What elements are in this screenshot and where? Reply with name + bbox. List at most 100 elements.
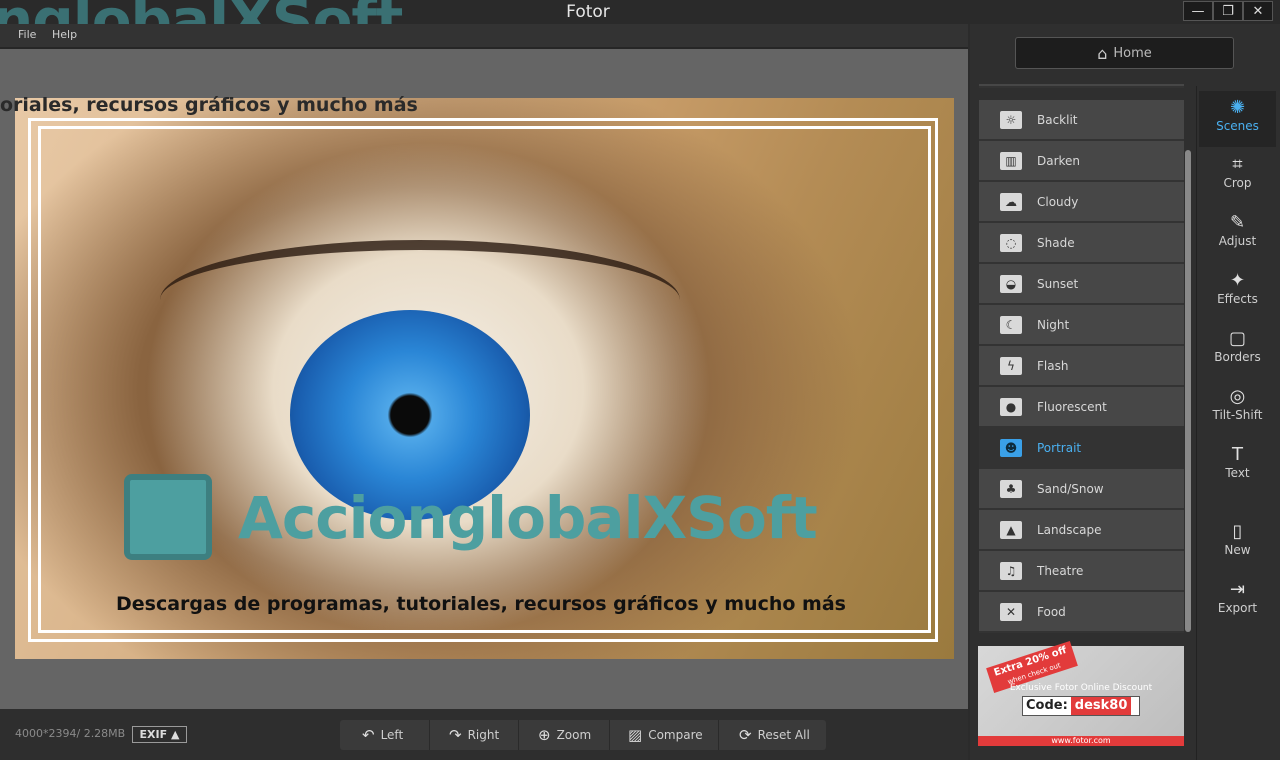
rotate-right-icon: ↷ [449,726,462,744]
menu-help[interactable]: Help [52,28,77,41]
scene-item-flash[interactable]: ϟ Flash [979,346,1184,387]
scene-item-fluorescent[interactable]: ● Fluorescent [979,387,1184,428]
rail-scenes[interactable]: ✺ Scenes [1199,91,1276,147]
zoom-label: Zoom [556,728,592,742]
brand-title: AccionglobalXSoft [238,484,818,552]
tool-separator [718,720,719,750]
ad-headline: Exclusive Fotor Online Discount [1009,683,1153,693]
crop-icon: ⌗ [1232,154,1243,175]
rail-label: Crop [1223,176,1252,190]
ad-code-label: Code: [1026,698,1068,713]
backlit-icon: ☼ [1000,110,1022,129]
flash-icon: ϟ [1000,356,1022,375]
rail-new[interactable]: ▯ New [1199,515,1276,571]
reset-all-label: Reset All [757,728,810,742]
scene-label: Food [1037,604,1066,619]
text-icon: T [1232,444,1243,465]
sand-snow-icon: ♣ [1000,479,1022,498]
scene-label: Flash [1037,358,1069,373]
rail-label: Adjust [1218,234,1257,248]
reset-icon: ⟳ [739,726,752,744]
scene-item-food[interactable]: ✕ Food [979,592,1184,633]
sunset-icon: ◒ [1000,274,1022,293]
ad-url[interactable]: www.fotor.com [978,736,1184,746]
scene-label: Sunset [1037,276,1079,291]
rail-crop[interactable]: ⌗ Crop [1199,148,1276,204]
tool-separator [518,720,519,750]
minimize-button[interactable]: — [1183,1,1213,21]
scene-label: Backlit [1037,112,1078,127]
restore-button[interactable]: ❐ [1213,1,1243,21]
scene-item-backlit[interactable]: ☼ Backlit [979,100,1184,141]
scene-item-partial[interactable] [979,84,1184,88]
rail-divider [1196,86,1197,760]
menu-file[interactable]: File [18,28,36,41]
rail-label: Scenes [1216,119,1259,133]
cloudy-icon: ☁ [1000,192,1022,211]
scene-item-cloudy[interactable]: ☁ Cloudy [979,182,1184,223]
shade-icon: ◌ [1000,233,1022,252]
close-button[interactable]: ✕ [1243,1,1273,21]
watermark-strip: oriales, recursos gráficos y mucho más [0,94,418,116]
brand-subtitle: Descargas de programas, tutoriales, recu… [116,593,846,615]
scene-label: Fluorescent [1037,399,1107,414]
landscape-icon: ▲ [1000,520,1022,539]
ad-code-box: Code: desk80 [1022,696,1140,716]
compare-label: Compare [648,728,703,742]
rotate-left-icon: ↶ [362,726,375,744]
rail-label: Effects [1217,292,1258,306]
rail-label: Text [1225,466,1250,480]
tool-separator [429,720,430,750]
rail-text[interactable]: T Text [1199,438,1276,494]
scenes-icon: ✺ [1229,97,1246,118]
rail-borders[interactable]: ▢ Borders [1199,322,1276,378]
exif-button[interactable]: EXIF ▲ [132,726,187,743]
home-button[interactable]: ⌂ Home [1015,37,1234,69]
rail-label: Tilt-Shift [1212,408,1263,422]
scene-item-portrait[interactable]: ☻ Portrait [979,428,1184,469]
effects-icon: ✦ [1229,270,1246,291]
scene-item-night[interactable]: ☾ Night [979,305,1184,346]
scene-item-sunset[interactable]: ◒ Sunset [979,264,1184,305]
ad-code-value: desk80 [1070,697,1132,715]
rotate-left-label: Left [380,728,404,742]
home-icon: ⌂ [1097,43,1108,63]
window-title: Fotor [566,2,610,22]
scene-item-landscape[interactable]: ▲ Landscape [979,510,1184,551]
rotate-right-button[interactable]: ↷ Right [449,720,499,750]
portrait-icon: ☻ [1000,438,1022,457]
rail-tilt-shift[interactable]: ◎ Tilt-Shift [1199,380,1276,436]
scene-item-sand-snow[interactable]: ♣ Sand/Snow [979,469,1184,510]
scene-item-theatre[interactable]: ♫ Theatre [979,551,1184,592]
rail-effects[interactable]: ✦ Effects [1199,264,1276,320]
tool-separator [609,720,610,750]
zoom-button[interactable]: ⊕ Zoom [538,720,591,750]
scene-item-shade[interactable]: ◌ Shade [979,223,1184,264]
export-icon: ⇥ [1229,579,1246,600]
scene-label: Night [1037,317,1070,332]
theatre-icon: ♫ [1000,561,1022,580]
scene-label: Landscape [1037,522,1102,537]
borders-icon: ▢ [1228,328,1246,349]
rail-label: Borders [1214,350,1261,364]
zoom-icon: ⊕ [538,726,551,744]
darken-icon: ▥ [1000,151,1022,170]
new-icon: ▯ [1232,521,1243,542]
reset-all-button[interactable]: ⟳ Reset All [739,720,810,750]
compare-button[interactable]: ▨ Compare [628,720,703,750]
menu-bar [0,24,968,49]
compare-icon: ▨ [628,726,643,744]
night-icon: ☾ [1000,315,1022,334]
chip-logo-icon [124,474,212,560]
rotate-left-button[interactable]: ↶ Left [362,720,403,750]
scene-label: Theatre [1037,563,1084,578]
tilt-shift-icon: ◎ [1229,386,1246,407]
scene-label: Darken [1037,153,1081,168]
image-info: 4000*2394/ 2.28MB [15,727,126,740]
rail-adjust[interactable]: ✎ Adjust [1199,206,1276,262]
scene-item-darken[interactable]: ▥ Darken [979,141,1184,182]
rail-export[interactable]: ⇥ Export [1199,573,1276,629]
scene-label: Sand/Snow [1037,481,1104,496]
scene-label: Shade [1037,235,1075,250]
scenes-scrollbar[interactable] [1185,150,1191,632]
